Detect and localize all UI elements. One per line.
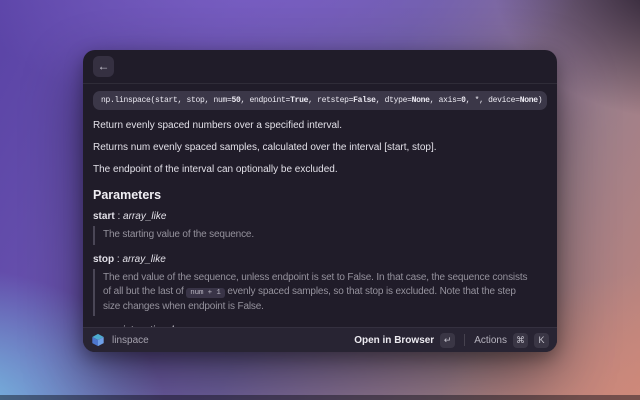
param-stop-description: The end value of the sequence, unless en… xyxy=(93,268,533,316)
summary-line: Returns num evenly spaced samples, calcu… xyxy=(93,142,437,153)
param-stop: stop : array_like xyxy=(93,254,547,265)
param-start-description: The starting value of the sequence. xyxy=(93,226,533,245)
actions-button[interactable]: Actions xyxy=(474,335,507,346)
back-button[interactable]: ← xyxy=(93,56,114,77)
param-separator: : xyxy=(114,211,124,222)
docs-viewer-window: ← np.linspace(start, stop, num=50, endpo… xyxy=(83,50,557,352)
k-key-icon: K xyxy=(534,332,549,348)
open-in-browser-button[interactable]: Open in Browser xyxy=(354,335,434,346)
numpy-logo-icon xyxy=(91,333,105,347)
param-type: array_like xyxy=(122,253,166,265)
footer-actions: Open in Browser ↵ Actions ⌘ K xyxy=(354,332,549,348)
parameters-heading: Parameters xyxy=(93,188,162,202)
summary-line: Return evenly spaced numbers over a spec… xyxy=(93,120,343,131)
param-start: start : array_like xyxy=(93,211,547,222)
summary-line: The endpoint of the interval can optiona… xyxy=(93,164,338,175)
param-type: array_like xyxy=(123,211,167,222)
param-name: stop xyxy=(93,253,115,265)
return-key-icon: ↵ xyxy=(440,332,456,348)
param-name: start xyxy=(93,211,115,222)
function-signature-code-block: np.linspace(start, stop, num=50, endpoin… xyxy=(93,91,547,110)
footer-divider xyxy=(464,334,466,346)
context-label: linspace xyxy=(112,334,149,346)
doc-content-scroll-area[interactable]: np.linspace(start, stop, num=50, endpoin… xyxy=(83,84,557,327)
command-key-icon: ⌘ xyxy=(513,332,528,348)
window-header: ← xyxy=(83,50,557,84)
desktop-bottom-edge xyxy=(0,395,640,400)
window-footer: linspace Open in Browser ↵ Actions ⌘ K xyxy=(83,327,557,352)
footer-context: linspace xyxy=(91,333,149,347)
